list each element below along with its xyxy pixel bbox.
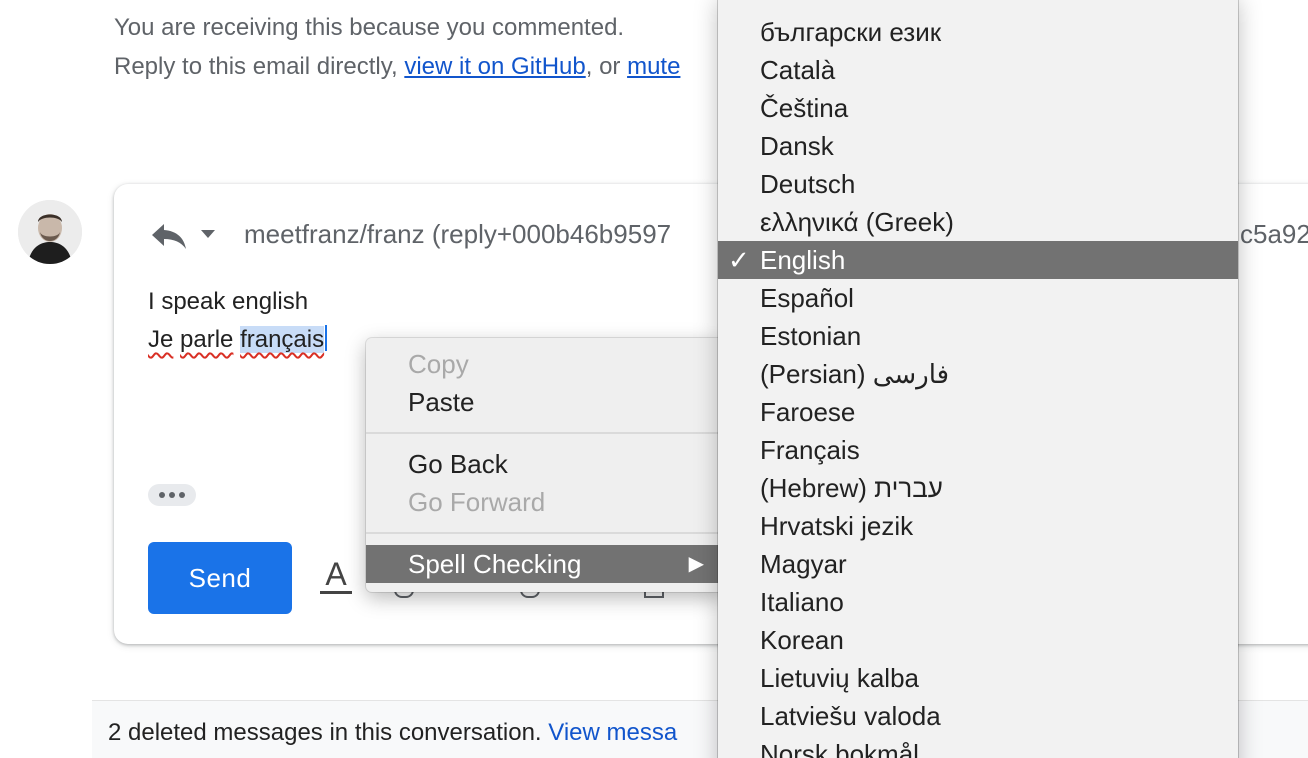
language-label: Norsk bokmål bbox=[760, 739, 919, 758]
context-menu: Copy Paste Go Back Go Forward Spell Chec… bbox=[366, 338, 726, 592]
language-label: Estonian bbox=[760, 321, 862, 351]
language-label: Français bbox=[760, 435, 860, 465]
deleted-messages-label: 2 deleted messages in this conversation. bbox=[108, 719, 549, 746]
language-option[interactable]: Lietuvių kalba bbox=[718, 659, 1238, 697]
text-caret bbox=[325, 325, 328, 351]
language-label: Magyar bbox=[760, 549, 847, 579]
language-label: Español bbox=[760, 283, 854, 313]
language-option[interactable]: български език bbox=[718, 13, 1238, 51]
language-option[interactable]: (Persian) فارسی bbox=[718, 355, 1238, 393]
misspelled-word[interactable]: parle bbox=[180, 326, 233, 353]
language-option[interactable]: Latviešu valoda bbox=[718, 697, 1238, 735]
selected-misspelled-word[interactable]: français bbox=[240, 326, 325, 353]
language-label: ελληνικά (Greek) bbox=[760, 207, 954, 237]
language-option[interactable]: Korean bbox=[718, 621, 1238, 659]
message-body-line-1[interactable]: I speak english bbox=[148, 283, 308, 321]
language-label: Latviešu valoda bbox=[760, 701, 941, 731]
language-label: (Persian) فارسی bbox=[760, 359, 950, 389]
language-option[interactable]: Faroese bbox=[718, 393, 1238, 431]
misspelled-word[interactable]: Je bbox=[148, 326, 173, 353]
message-body-line-2[interactable]: Je parle français bbox=[148, 321, 328, 359]
notice-line-2: Reply to this email directly, view it on… bbox=[114, 47, 680, 86]
language-label: български език bbox=[760, 17, 942, 47]
language-option[interactable]: Magyar bbox=[718, 545, 1238, 583]
language-option[interactable]: Estonian bbox=[718, 317, 1238, 355]
send-button[interactable]: Send bbox=[148, 542, 292, 614]
notice-line-2-prefix: Reply to this email directly, bbox=[114, 53, 405, 80]
notice-line-2-mid: , or bbox=[585, 53, 628, 80]
deleted-messages-text: 2 deleted messages in this conversation.… bbox=[108, 714, 677, 752]
language-label: Korean bbox=[760, 625, 844, 655]
context-menu-separator bbox=[366, 532, 726, 534]
reply-type-dropdown-icon[interactable] bbox=[198, 226, 218, 242]
language-label: Čeština bbox=[760, 93, 849, 123]
spell-checking-language-submenu: български език Català Čeština Dansk Deutsch ε… bbox=[718, 0, 1238, 758]
context-menu-go-forward[interactable]: Go Forward bbox=[366, 483, 726, 521]
language-option[interactable]: Català bbox=[718, 51, 1238, 89]
recipient-address[interactable]: meetfranz/franz (reply+000b46b9597 bbox=[244, 214, 671, 254]
language-option[interactable]: (Hebrew) עברית bbox=[718, 469, 1238, 507]
checkmark-icon: ✓ bbox=[728, 245, 750, 275]
notice-line-1: You are receiving this because you comme… bbox=[114, 14, 625, 41]
language-label: (Hebrew) עברית bbox=[760, 473, 943, 503]
recipient-address-tail: c5a92 bbox=[1240, 219, 1308, 249]
language-option[interactable]: Dansk bbox=[718, 127, 1238, 165]
context-menu-separator bbox=[366, 432, 726, 434]
language-option[interactable]: Hrvatski jezik bbox=[718, 507, 1238, 545]
language-option[interactable]: Italiano bbox=[718, 583, 1238, 621]
view-on-github-link[interactable]: view it on GitHub bbox=[404, 53, 585, 80]
language-option[interactable]: Čeština bbox=[718, 89, 1238, 127]
email-footer-notice: You are receiving this because you comme… bbox=[114, 8, 680, 86]
language-label: Deutsch bbox=[760, 169, 856, 199]
language-option[interactable]: ελληνικά (Greek) bbox=[718, 203, 1238, 241]
page: You are receiving this because you comme… bbox=[0, 0, 1308, 758]
submenu-arrow-icon: ▶ bbox=[688, 553, 704, 575]
show-trimmed-content-button[interactable] bbox=[148, 484, 196, 506]
language-label: Faroese bbox=[760, 397, 856, 427]
spell-checking-label: Spell Checking bbox=[408, 549, 582, 579]
dot-icon bbox=[169, 492, 175, 498]
context-menu-paste[interactable]: Paste bbox=[366, 383, 726, 421]
avatar-photo-icon bbox=[18, 200, 82, 264]
view-deleted-messages-link[interactable]: View messa bbox=[548, 719, 677, 746]
dot-icon bbox=[179, 492, 185, 498]
context-menu-spell-checking[interactable]: Spell Checking ▶ bbox=[366, 545, 726, 583]
language-option[interactable]: ✓ English bbox=[718, 241, 1238, 279]
language-label: Lietuvių kalba bbox=[760, 663, 919, 693]
reply-icon[interactable] bbox=[150, 218, 188, 252]
formatting-options-icon[interactable]: A bbox=[318, 556, 354, 596]
context-menu-go-back[interactable]: Go Back bbox=[366, 445, 726, 483]
mute-thread-link[interactable]: mute bbox=[627, 53, 680, 80]
language-label: Italiano bbox=[760, 587, 844, 617]
language-option[interactable]: Norsk bokmål bbox=[718, 735, 1238, 758]
language-option[interactable]: Deutsch bbox=[718, 165, 1238, 203]
language-option[interactable]: Español bbox=[718, 279, 1238, 317]
language-label: Català bbox=[760, 55, 836, 85]
language-option[interactable]: Français bbox=[718, 431, 1238, 469]
avatar bbox=[18, 200, 82, 264]
language-label: Hrvatski jezik bbox=[760, 511, 914, 541]
dot-icon bbox=[159, 492, 165, 498]
language-label: English bbox=[760, 245, 846, 275]
language-label: Dansk bbox=[760, 131, 834, 161]
context-menu-copy[interactable]: Copy bbox=[366, 345, 726, 383]
